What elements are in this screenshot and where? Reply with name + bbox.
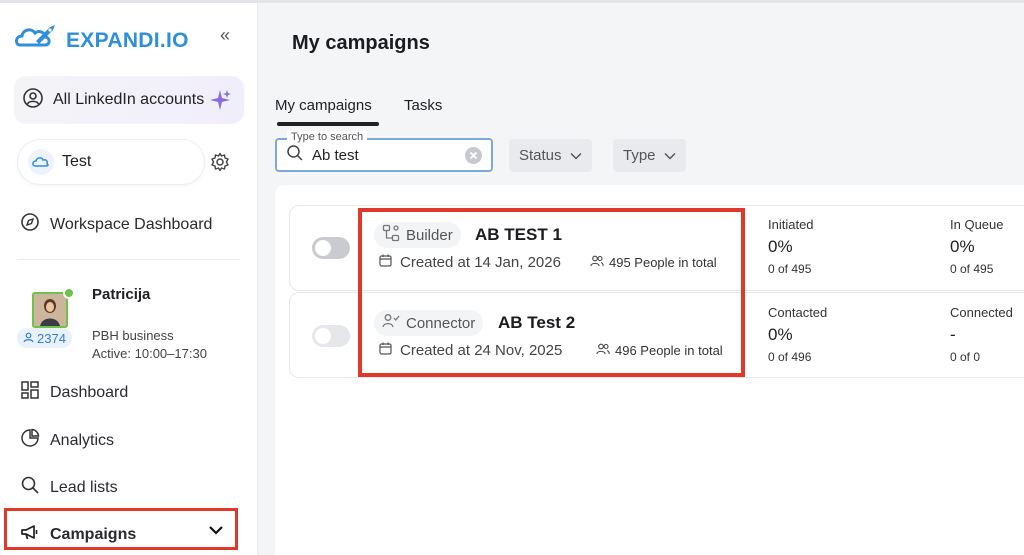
avatar[interactable]	[32, 292, 68, 328]
search-legend: Type to search	[287, 131, 368, 143]
chevron-down-icon	[570, 147, 582, 164]
tab-my-campaigns[interactable]: My campaigns	[275, 97, 372, 114]
stat-count: 0 of 496	[768, 350, 812, 364]
sidebar-item-lead-lists[interactable]: Lead lists	[20, 475, 118, 500]
stat-label: Initiated	[768, 217, 814, 232]
person-icon	[23, 331, 34, 346]
toggle-knob	[315, 240, 331, 256]
search-icon	[20, 475, 40, 500]
stat-percent: 0%	[768, 325, 793, 344]
connections-badge: 2374	[17, 328, 72, 348]
page-title: My campaigns	[292, 32, 430, 54]
stat-percent: -	[950, 325, 956, 344]
sidebar-item-campaigns[interactable]: Campaigns	[20, 522, 136, 547]
sidebar-item-dashboard[interactable]: Dashboard	[20, 380, 128, 405]
chevron-down-icon[interactable]	[208, 523, 224, 541]
search-icon	[286, 144, 304, 167]
online-status-dot	[63, 287, 75, 299]
profile-name: Patricija	[92, 286, 151, 303]
sidebar-item-label: Analytics	[50, 431, 115, 449]
workspace-icon	[28, 149, 54, 175]
logo-text: EXPANDI.IO	[66, 28, 189, 52]
workspace-dashboard-label: Workspace Dashboard	[50, 215, 213, 233]
stat-count: 0 of 495	[768, 262, 812, 276]
toggle-knob	[315, 328, 331, 344]
stat-percent: 0%	[950, 237, 975, 256]
stat-count: 0 of 0	[950, 350, 981, 364]
sidebar-item-label: Lead lists	[50, 478, 118, 496]
sparkle-icon	[208, 88, 232, 117]
stat-label: Connected	[950, 305, 1013, 320]
profile-active-hours: Active: 10:00–17:30	[92, 346, 207, 361]
campaigns-highlight-box	[358, 208, 745, 377]
search-field[interactable]	[275, 138, 493, 172]
stat-label: In Queue	[950, 217, 1004, 232]
search-input[interactable]	[312, 146, 462, 164]
stat-count: 0 of 495	[950, 262, 994, 276]
logo: EXPANDI.IO	[14, 21, 189, 60]
connections-count: 2374	[37, 330, 66, 346]
profile-company: PBH business	[92, 328, 174, 343]
tab-tasks[interactable]: Tasks	[404, 97, 442, 114]
workspace-selector[interactable]: Test	[18, 140, 204, 184]
sidebar-item-label: Dashboard	[50, 383, 129, 401]
clear-search-icon[interactable]	[465, 147, 482, 164]
all-linkedin-accounts-label: All LinkedIn accounts	[53, 91, 205, 108]
rocket-cloud-icon	[14, 21, 62, 60]
status-filter-dropdown[interactable]: Status	[509, 139, 592, 172]
active-tab-indicator	[277, 122, 379, 126]
megaphone-icon	[20, 522, 40, 547]
sidebar-divider	[18, 259, 240, 260]
status-filter-label: Status	[519, 147, 562, 164]
sidebar-item-analytics[interactable]: Analytics	[20, 428, 114, 453]
settings-gear-icon[interactable]	[210, 152, 230, 177]
pie-chart-icon	[20, 428, 40, 453]
sidebar-item-label: Campaigns	[50, 525, 137, 543]
sidebar: EXPANDI.IO « All LinkedIn accounts Test …	[0, 3, 258, 555]
campaign-toggle[interactable]	[312, 237, 350, 259]
type-filter-dropdown[interactable]: Type	[613, 139, 686, 172]
type-filter-label: Type	[623, 147, 656, 164]
all-linkedin-accounts-button[interactable]: All LinkedIn accounts	[14, 76, 244, 124]
workspace-dashboard-link[interactable]: Workspace Dashboard	[20, 212, 212, 237]
grid-icon	[20, 380, 40, 405]
workspace-label: Test	[62, 153, 92, 170]
compass-icon	[20, 212, 40, 237]
collapse-sidebar-icon[interactable]: «	[220, 25, 230, 46]
campaign-toggle[interactable]	[312, 325, 350, 347]
stat-label: Contacted	[768, 305, 828, 320]
stat-percent: 0%	[768, 237, 793, 256]
user-circle-icon	[22, 87, 44, 114]
chevron-down-icon	[664, 147, 676, 164]
